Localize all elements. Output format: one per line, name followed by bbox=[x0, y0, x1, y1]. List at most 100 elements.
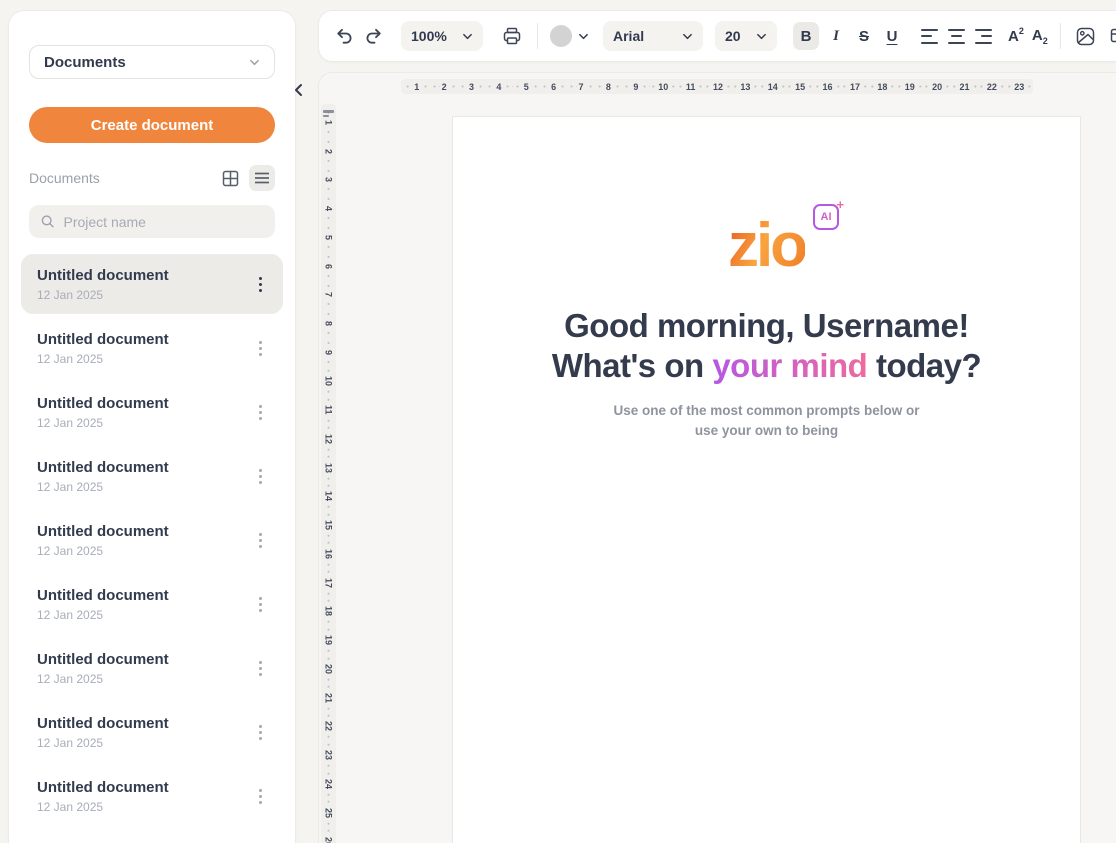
ruler-unit: 23 bbox=[321, 741, 336, 770]
kebab-menu-icon[interactable] bbox=[249, 271, 271, 297]
document-list-item[interactable]: Untitled document 12 Jan 2025 bbox=[21, 382, 283, 442]
document-list-item[interactable]: Untitled document 12 Jan 2025 bbox=[21, 510, 283, 570]
document-date: 12 Jan 2025 bbox=[37, 608, 249, 622]
create-document-button[interactable]: Create document bbox=[29, 107, 275, 143]
print-icon[interactable] bbox=[499, 23, 525, 49]
ruler-unit: 10 bbox=[650, 79, 677, 94]
document-info: Untitled document 12 Jan 2025 bbox=[37, 330, 249, 366]
horizontal-ruler[interactable]: 1 2 3 4 5 bbox=[401, 79, 1033, 94]
ruler-unit: 11 bbox=[321, 396, 336, 425]
document-info: Untitled document 12 Jan 2025 bbox=[37, 394, 249, 430]
kebab-menu-icon[interactable] bbox=[249, 463, 271, 489]
document-date: 12 Jan 2025 bbox=[37, 736, 249, 750]
ruler-unit: 4 bbox=[321, 194, 336, 223]
document-date: 12 Jan 2025 bbox=[37, 800, 249, 814]
align-center-icon[interactable] bbox=[948, 29, 965, 44]
document-list-item[interactable]: Untitled document 12 Jan 2025 bbox=[21, 766, 283, 826]
document-list: Untitled document 12 Jan 2025 Untitled d… bbox=[21, 254, 283, 840]
ruler-unit: 12 bbox=[321, 424, 336, 453]
document-title: Untitled document bbox=[37, 586, 249, 605]
document-list-item[interactable]: Untitled document 12 Jan 2025 bbox=[21, 318, 283, 378]
ruler-unit: 6 bbox=[321, 252, 336, 281]
font-family-select[interactable]: Arial bbox=[603, 21, 703, 51]
ruler-unit: 20 bbox=[321, 655, 336, 684]
chevron-down-icon bbox=[462, 31, 473, 42]
insert-table-icon[interactable] bbox=[1107, 23, 1116, 49]
workspace-selector[interactable]: Documents bbox=[29, 45, 275, 79]
undo-icon[interactable] bbox=[331, 23, 357, 49]
indent-marker[interactable] bbox=[323, 110, 334, 117]
documents-section-header: Documents bbox=[29, 165, 275, 191]
editor-toolbar: 100% Arial 20 B I S U A2 A2 bbox=[318, 10, 1116, 62]
document-info: Untitled document 12 Jan 2025 bbox=[37, 458, 249, 494]
document-page[interactable]: zio AI + Good morning, Username! What's … bbox=[452, 116, 1081, 843]
strikethrough-button[interactable]: S bbox=[851, 22, 877, 50]
ruler-unit: 20 bbox=[923, 79, 950, 94]
ruler-unit: 18 bbox=[321, 597, 336, 626]
document-list-item[interactable]: Untitled document 12 Jan 2025 bbox=[21, 254, 283, 314]
underline-button[interactable]: U bbox=[879, 22, 905, 50]
kebab-menu-icon[interactable] bbox=[249, 527, 271, 553]
subscript-button[interactable]: A2 bbox=[1032, 27, 1048, 46]
kebab-menu-icon[interactable] bbox=[249, 783, 271, 809]
app-logo: zio AI + bbox=[728, 220, 805, 272]
font-size-select[interactable]: 20 bbox=[715, 21, 777, 51]
document-list-item[interactable]: Untitled document 12 Jan 2025 bbox=[21, 702, 283, 762]
document-list-item[interactable]: Untitled document 12 Jan 2025 bbox=[21, 446, 283, 506]
greeting-subtitle: Use one of the most common prompts below… bbox=[453, 401, 1080, 441]
ai-badge-icon: AI + bbox=[813, 204, 839, 230]
redo-icon[interactable] bbox=[361, 23, 387, 49]
greeting-line1: Good morning, Username! bbox=[564, 307, 969, 344]
ruler-unit: 25 bbox=[321, 798, 336, 827]
ruler-unit: 26 bbox=[321, 827, 336, 843]
ruler-unit: 9 bbox=[321, 338, 336, 367]
ruler-unit: 22 bbox=[978, 79, 1005, 94]
ruler-unit: 2 bbox=[430, 79, 457, 94]
ruler-unit: 17 bbox=[841, 79, 868, 94]
text-color-picker[interactable] bbox=[550, 25, 589, 47]
kebab-menu-icon[interactable] bbox=[249, 399, 271, 425]
document-list-item[interactable]: Untitled document 12 Jan 2025 bbox=[21, 574, 283, 634]
insert-image-icon[interactable] bbox=[1073, 23, 1099, 49]
align-right-icon[interactable] bbox=[975, 29, 992, 44]
ruler-unit: 14 bbox=[321, 482, 336, 511]
logo-wordmark: zio bbox=[728, 220, 805, 272]
superscript-button[interactable]: A2 bbox=[1008, 28, 1024, 45]
editor-canvas: 1 2 3 4 5 bbox=[318, 72, 1116, 843]
ruler-unit: 13 bbox=[732, 79, 759, 94]
kebab-menu-icon[interactable] bbox=[249, 591, 271, 617]
font-family-value: Arial bbox=[613, 28, 644, 44]
document-info: Untitled document 12 Jan 2025 bbox=[37, 650, 249, 686]
grid-view-icon[interactable] bbox=[217, 165, 243, 191]
ruler-unit: 17 bbox=[321, 568, 336, 597]
align-left-icon[interactable] bbox=[921, 29, 938, 44]
ruler-unit: 23 bbox=[1006, 79, 1033, 94]
document-date: 12 Jan 2025 bbox=[37, 480, 249, 494]
kebab-menu-icon[interactable] bbox=[249, 719, 271, 745]
kebab-menu-icon[interactable] bbox=[249, 655, 271, 681]
ruler-unit: 7 bbox=[321, 281, 336, 310]
sidebar-collapse-button[interactable] bbox=[288, 80, 308, 100]
font-size-value: 20 bbox=[725, 28, 741, 44]
chevron-down-icon bbox=[682, 31, 693, 42]
zoom-select[interactable]: 100% bbox=[401, 21, 483, 51]
sidebar: Documents Create document Documents Unti… bbox=[8, 10, 296, 843]
vertical-ruler[interactable]: 1 2 3 4 5 bbox=[321, 104, 336, 843]
document-date: 12 Jan 2025 bbox=[37, 288, 249, 302]
search-box[interactable] bbox=[29, 205, 275, 238]
italic-button[interactable]: I bbox=[823, 22, 849, 50]
document-title: Untitled document bbox=[37, 778, 249, 797]
bold-button[interactable]: B bbox=[793, 22, 819, 50]
ruler-unit: 12 bbox=[704, 79, 731, 94]
ruler-unit: 15 bbox=[786, 79, 813, 94]
ruler-unit: 13 bbox=[321, 453, 336, 482]
ruler-unit: 10 bbox=[321, 367, 336, 396]
search-input[interactable] bbox=[63, 214, 263, 230]
document-title: Untitled document bbox=[37, 650, 249, 669]
kebab-menu-icon[interactable] bbox=[249, 335, 271, 361]
document-title: Untitled document bbox=[37, 330, 249, 349]
ruler-unit: 16 bbox=[321, 539, 336, 568]
list-view-icon[interactable] bbox=[249, 165, 275, 191]
ruler-unit: 18 bbox=[869, 79, 896, 94]
document-list-item[interactable]: Untitled document 12 Jan 2025 bbox=[21, 638, 283, 698]
